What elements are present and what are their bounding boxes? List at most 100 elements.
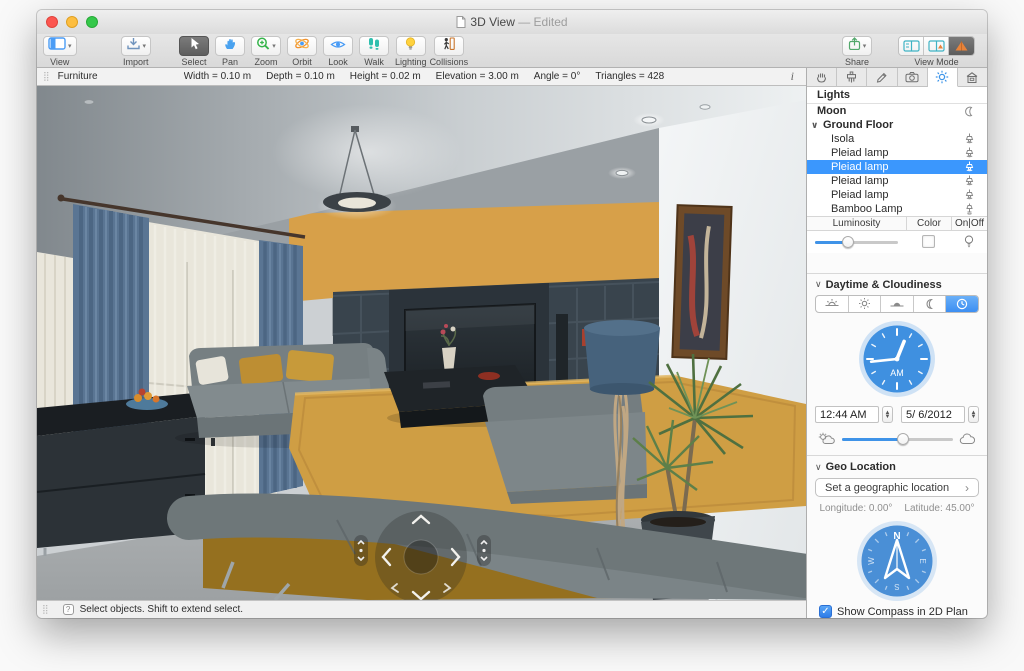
3d-viewport[interactable] (37, 86, 806, 600)
select-button[interactable] (179, 36, 209, 56)
sunrise-segment[interactable] (816, 296, 849, 313)
group-row-ground-floor[interactable]: ∨ Ground Floor (807, 118, 987, 132)
look-button[interactable] (323, 36, 353, 56)
longitude-value: Longitude: 0.00° (819, 503, 892, 514)
elevation-slider-left[interactable] (354, 535, 368, 566)
light-row[interactable]: Bamboo Lamp (807, 202, 987, 216)
compass-widget[interactable]: N E S W (807, 520, 987, 602)
view-mode-2d-button[interactable] (899, 37, 924, 55)
time-input[interactable] (815, 406, 879, 423)
show-compass-checkbox[interactable]: ✓ (819, 605, 832, 618)
import-button[interactable]: ▾ (121, 36, 152, 56)
sun-icon (935, 70, 949, 84)
object-info-bar: ⣿ Furniture Width = 0.10 m Depth = 0.10 … (37, 68, 806, 86)
app-window: 3D View — Edited ▾ View ▾ Import Select (37, 10, 987, 618)
view-mode-3d-button[interactable] (949, 37, 974, 55)
grip-icon: ⣿ (42, 604, 49, 615)
height-value: Height = 0.02 m (350, 71, 421, 82)
date-stepper[interactable]: ▲▼ (968, 406, 979, 423)
clock-widget[interactable]: AM (807, 320, 987, 398)
cloud-icon (959, 433, 977, 445)
luminosity-slider[interactable] (815, 236, 898, 248)
time-stepper[interactable]: ▲▼ (882, 406, 893, 423)
view-mode-group: View Mode (898, 36, 975, 67)
hand-icon (815, 71, 828, 84)
ceiling-lamp-icon (964, 147, 975, 159)
night-segment[interactable] (914, 296, 947, 313)
luminosity-slider-knob[interactable] (842, 236, 854, 248)
cloudiness-slider-knob[interactable] (897, 433, 909, 445)
wall-painting[interactable] (672, 205, 731, 359)
zoom-button[interactable]: ▾ (251, 36, 281, 56)
disclosure-icon[interactable]: ∨ (815, 279, 822, 290)
cloudiness-row (807, 432, 987, 445)
light-row[interactable]: Pleiad lamp (807, 160, 987, 174)
minimize-button[interactable] (66, 16, 78, 28)
close-button[interactable] (46, 16, 58, 28)
inspector-sidebar: Lights Moon ∨ Ground Floor Isola Pleiad … (806, 68, 987, 618)
pencil-icon (875, 71, 888, 84)
geo-section-header[interactable]: ∨ Geo Location (807, 456, 987, 476)
light-row[interactable]: Pleiad lamp (807, 146, 987, 160)
tab-materials[interactable] (837, 68, 867, 87)
light-color-swatch[interactable] (922, 235, 935, 248)
custom-time-segment[interactable] (946, 296, 978, 313)
walk-button[interactable] (359, 36, 389, 56)
sunset-segment[interactable] (881, 296, 914, 313)
bulb-outline-icon (964, 235, 974, 248)
lights-list: Moon ∨ Ground Floor Isola Pleiad lamp Pl… (807, 104, 987, 216)
disclosure-icon[interactable]: ∨ (811, 120, 823, 131)
daytime-section-header[interactable]: ∨ Daytime & Cloudiness (807, 274, 987, 294)
select-group: Select (179, 36, 209, 67)
share-button[interactable]: ▾ (842, 36, 872, 56)
date-input[interactable] (901, 406, 965, 423)
set-location-button[interactable]: Set a geographic location › (815, 478, 979, 497)
inspector-tabs (807, 68, 987, 87)
joystick-center[interactable] (404, 540, 438, 574)
sun-behind-cloud-icon (817, 432, 836, 445)
pan-group: Pan (215, 36, 245, 67)
fullscreen-button[interactable] (86, 16, 98, 28)
depth-value: Depth = 0.10 m (266, 71, 335, 82)
light-row[interactable]: Pleiad lamp (807, 188, 987, 202)
camera-icon (905, 71, 919, 83)
view-group: ▾ View (43, 36, 77, 67)
view-mode-split-button[interactable] (924, 37, 949, 55)
collisions-button[interactable] (434, 36, 464, 56)
cloudiness-slider[interactable] (842, 433, 953, 445)
lighting-button[interactable] (396, 36, 426, 56)
tab-edit[interactable] (867, 68, 897, 87)
status-bar: ⣿ ? Select objects. Shift to extend sele… (37, 600, 806, 618)
sofa-pillow (239, 354, 284, 386)
tab-building[interactable] (958, 68, 987, 87)
tab-light[interactable] (928, 68, 958, 87)
orbit-button[interactable] (287, 36, 317, 56)
content-area: ⣿ Furniture Width = 0.10 m Depth = 0.10 … (37, 68, 987, 618)
daytime-segmented-control (815, 295, 979, 314)
light-row[interactable]: Isola (807, 132, 987, 146)
day-segment[interactable] (849, 296, 882, 313)
walk-joystick[interactable] (368, 504, 475, 600)
compass-south-label: S (894, 582, 899, 591)
moon-icon (924, 298, 935, 310)
info-button[interactable]: i (785, 69, 800, 84)
moon-row[interactable]: Moon (807, 104, 987, 118)
elevation-slider-right[interactable] (477, 535, 491, 566)
light-row[interactable]: Pleiad lamp (807, 174, 987, 188)
import-icon (126, 37, 141, 55)
tab-object[interactable] (807, 68, 837, 87)
tab-camera[interactable] (898, 68, 928, 87)
titlebar[interactable]: 3D View — Edited (37, 10, 987, 34)
light-onoff-toggle[interactable] (951, 235, 987, 248)
pan-button[interactable] (215, 36, 245, 56)
view-button[interactable]: ▾ (43, 36, 77, 56)
orbit-group: Orbit (287, 36, 317, 67)
collisions-group: Collisions (430, 36, 469, 67)
sunrise-icon (824, 298, 840, 309)
compass-east-label: E (918, 558, 927, 563)
help-icon[interactable]: ? (63, 604, 74, 615)
collision-person-icon (442, 37, 455, 55)
hand-icon (223, 37, 237, 55)
ampm-label: AM (890, 368, 904, 378)
disclosure-icon[interactable]: ∨ (815, 462, 822, 473)
